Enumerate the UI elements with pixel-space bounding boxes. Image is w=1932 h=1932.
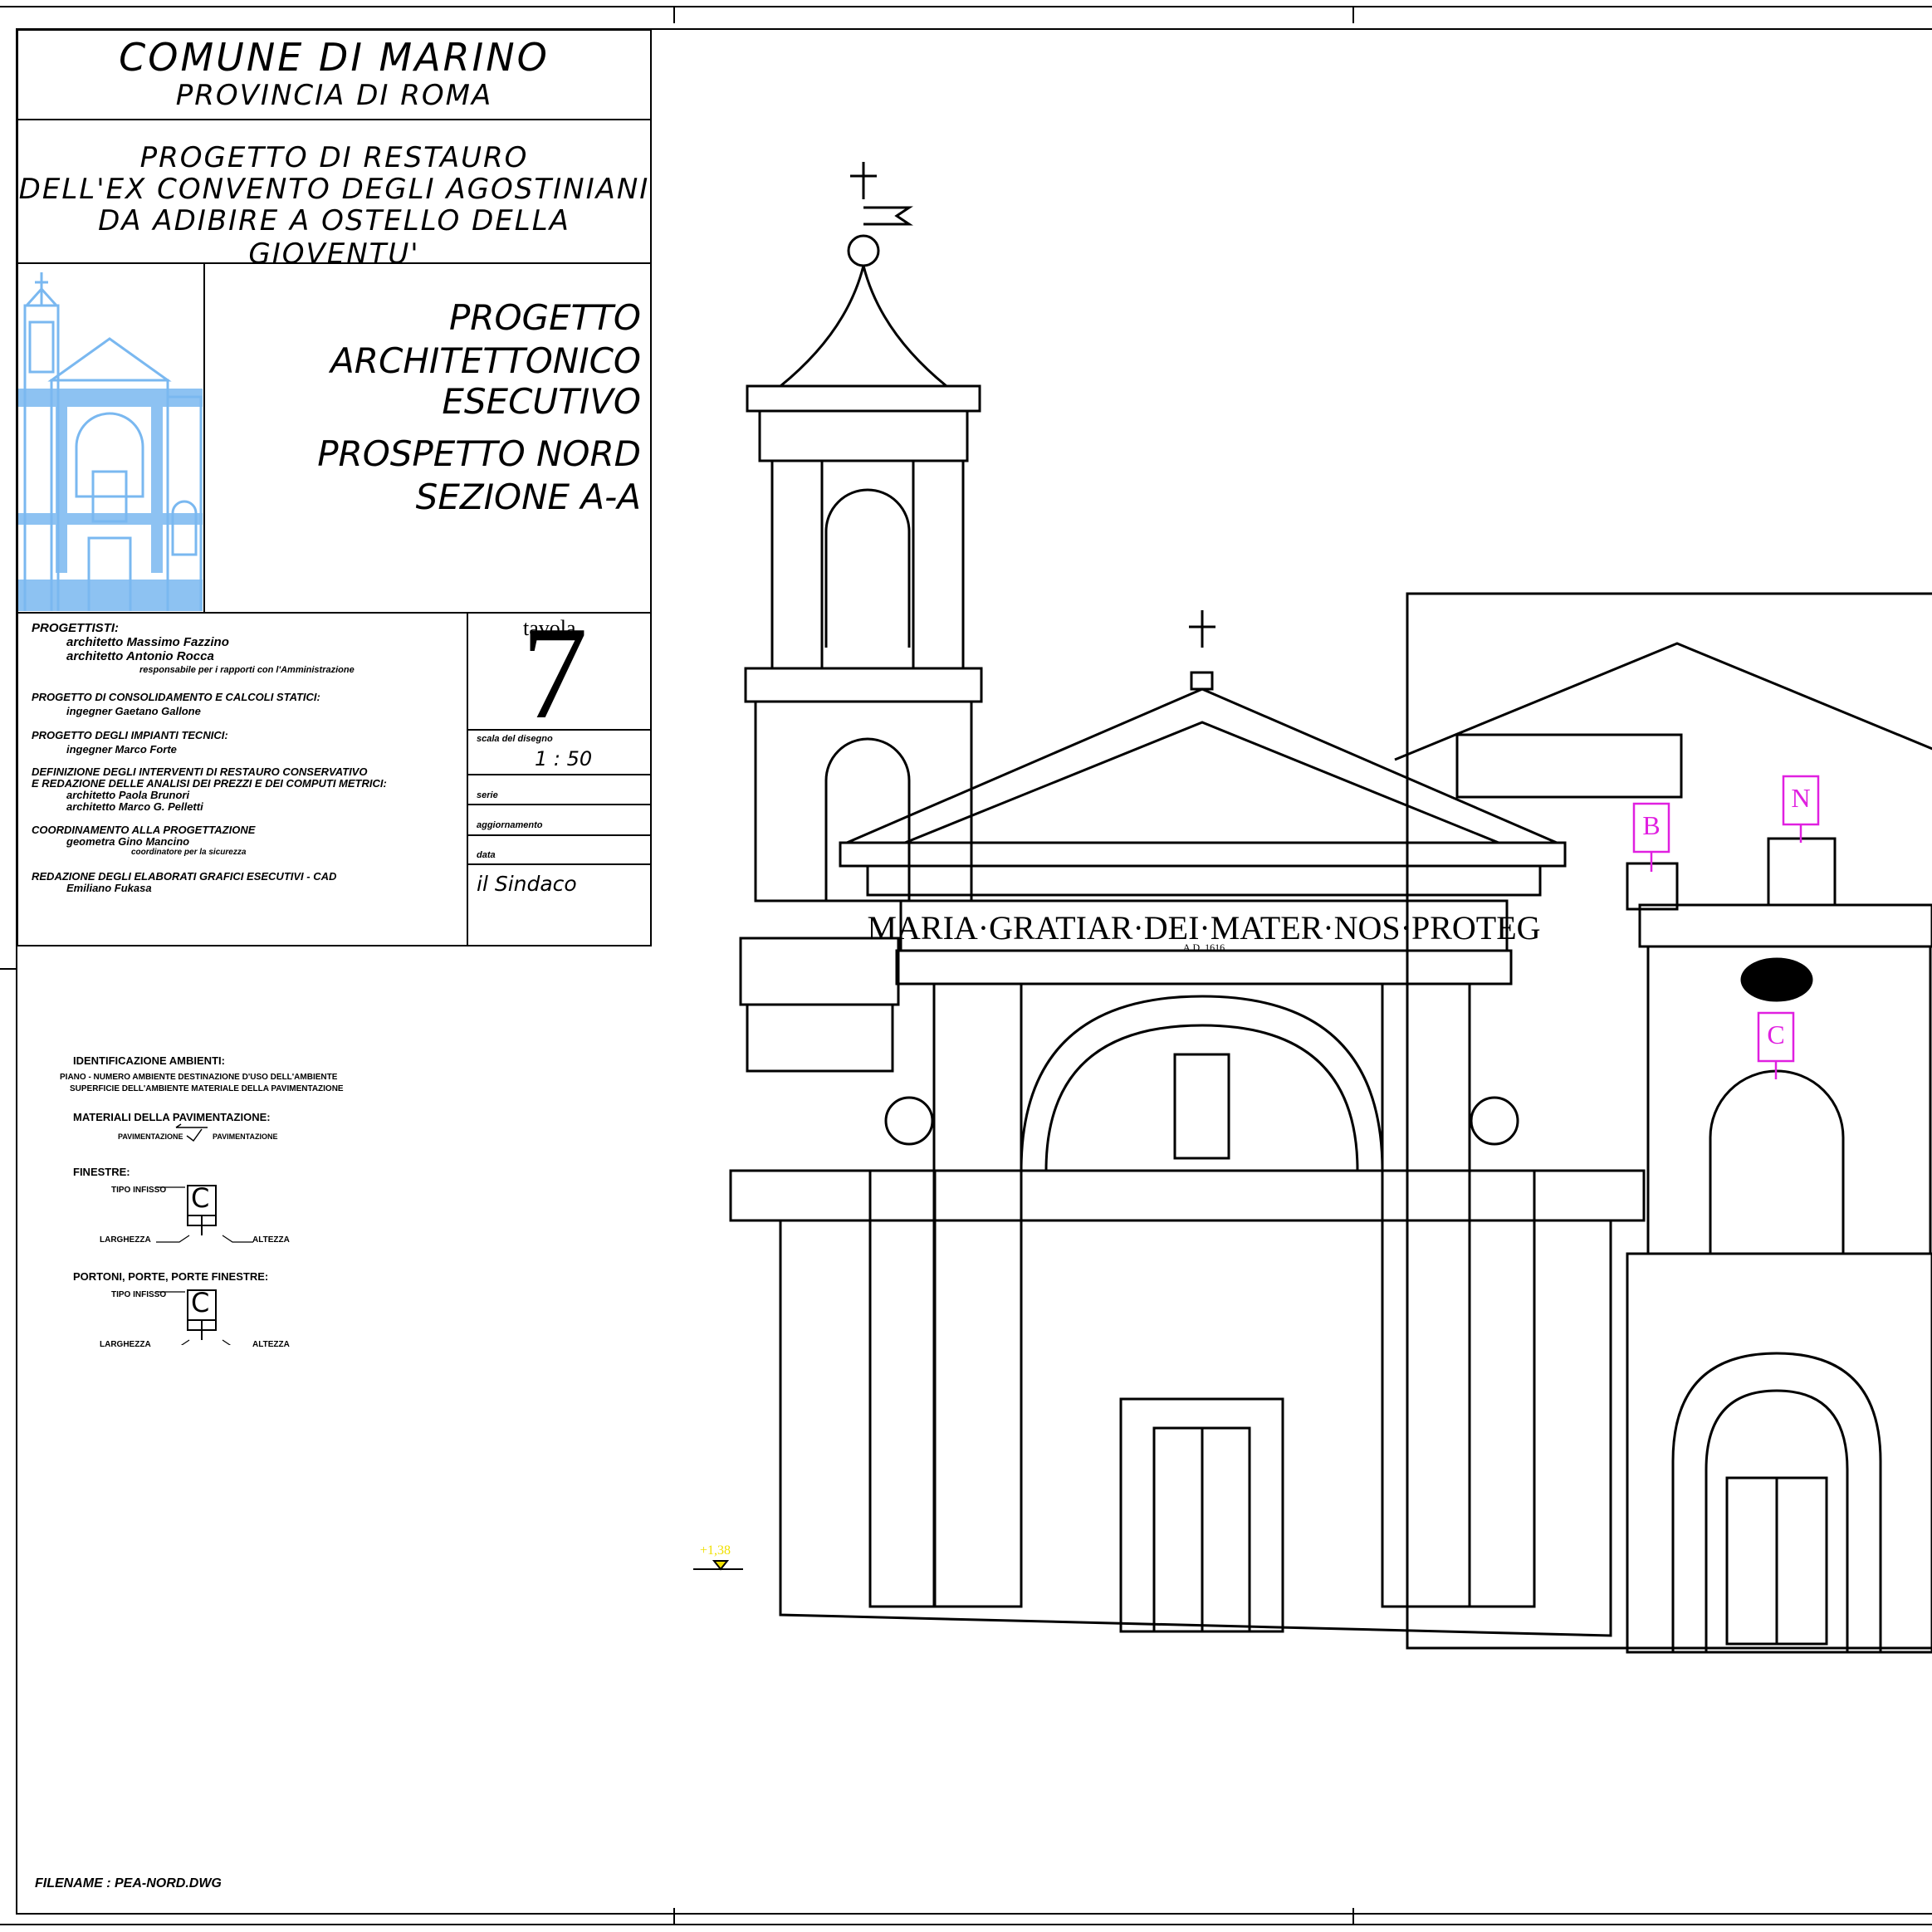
legend-pav-right: PAVIMENTAZIONE [213, 1132, 278, 1141]
legend-pav-symbol [175, 1123, 208, 1142]
bell-tower-spire [776, 265, 951, 388]
coordinamento-role: coordinatore per la sicurezza [131, 848, 247, 857]
impianti-name: ingegner Marco Forte [66, 743, 177, 756]
left-column [932, 982, 1023, 1608]
legend-ambienti-label: IDENTIFICAZIONE AMBIENTI: [73, 1054, 225, 1067]
window-tag-c: C [1767, 1020, 1784, 1049]
elevation-drawing: MARIA·GRATIAR·DEI·MATER·NOS·PROTEG A.D. … [693, 162, 1932, 1654]
sindaco-label: il Sindaco [477, 872, 577, 896]
serie-label: serie [477, 790, 498, 800]
phase-line-2: ARCHITETTONICO ESECUTIVO [330, 340, 641, 422]
provincia-title: PROVINCIA DI ROMA [175, 79, 493, 112]
drawing-title-1: PROSPETTO NORD [317, 433, 641, 474]
progettista-2-role: responsabile per i rapporti con l'Ammini… [139, 665, 355, 675]
cad-label: REDAZIONE DEGLI ELABORATI GRAFICI ESECUT… [32, 870, 337, 883]
phase-line-1: PROGETTO [448, 297, 641, 338]
comune-title: COMUNE DI MARINO [119, 35, 550, 80]
window-tag-n: N [1791, 783, 1810, 813]
legend-pav-left: PAVIMENTAZIONE [118, 1132, 183, 1141]
progettista-2: architetto Antonio Rocca [66, 649, 214, 663]
legend-materiali-label: MATERIALI DELLA PAVIMENTAZIONE: [73, 1111, 271, 1123]
consolidamento-name: ingegner Gaetano Gallone [66, 705, 201, 717]
window-tag-b: B [1642, 810, 1660, 840]
cad-name: Emiliano Fukasa [66, 882, 152, 894]
bell-tower-flag [863, 206, 913, 226]
progettisti-label: PROGETTISTI: [32, 621, 119, 635]
frieze-date: A.D. 1616 [1183, 942, 1225, 953]
legend-ambienti-line2: SUPERFICIE DELL'AMBIENTE MATERIALE DELLA… [70, 1084, 344, 1093]
scale-value: 1 : 50 [535, 747, 593, 770]
title-divider [17, 119, 652, 120]
church-logo [18, 264, 203, 611]
legend-ambienti-line1: PIANO - NUMERO AMBIENTE DESTINAZIONE D'U… [60, 1073, 338, 1082]
consolidamento-label: PROGETTO DI CONSOLIDAMENTO E CALCOLI STA… [32, 691, 320, 703]
progettista-1: architetto Massimo Fazzino [66, 635, 229, 649]
pediment-cross [1189, 610, 1215, 648]
elevation-marker [693, 1560, 743, 1571]
title-divider [467, 834, 652, 836]
filename-label: FILENAME : PEA-NORD.DWG [35, 1876, 222, 1890]
title-divider [203, 262, 205, 612]
title-divider [467, 612, 468, 946]
project-title-3: DA ADIBIRE A OSTELLO DELLA GIOVENTU' [98, 204, 570, 271]
restauro-label-1: DEFINIZIONE DEGLI INTERVENTI DI RESTAURO… [32, 765, 368, 778]
main-arch [1020, 995, 1384, 1171]
project-title-1: PROGETTO DI RESTAURO [139, 141, 529, 174]
bell-arch-upper [824, 488, 911, 648]
restauro-name-1: architetto Paola Brunori [66, 789, 190, 801]
title-divider [467, 863, 652, 865]
legend-leader-lines [156, 1186, 253, 1345]
aggiornamento-label: aggiornamento [477, 820, 543, 830]
legend-larghezza-2: LARGHEZZA [100, 1340, 151, 1349]
title-divider [467, 774, 652, 775]
coordinamento-name: geometra Gino Mancino [66, 835, 190, 848]
right-arch-window [1709, 1069, 1845, 1254]
right-column [1381, 982, 1471, 1608]
legend-finestre-label: FINESTRE: [73, 1166, 130, 1178]
right-roof [1394, 642, 1932, 761]
data-label: data [477, 850, 496, 860]
title-divider [467, 804, 652, 805]
bell-tower-ball [847, 234, 880, 267]
bell-tower-cross [850, 162, 877, 199]
coordinamento-label: COORDINAMENTO ALLA PROGETTAZIONE [32, 824, 256, 836]
project-title-2: DELL'EX CONVENTO DEGLI AGOSTINIANI [18, 173, 650, 206]
pediment [846, 687, 1558, 844]
scale-label: scala del disegno [477, 734, 553, 744]
restauro-label-2: E REDAZIONE DELLE ANALISI DEI PREZZI E D… [32, 777, 387, 790]
tavola-number: 7 [521, 599, 588, 746]
legend-larghezza-1: LARGHEZZA [100, 1235, 151, 1245]
drawing-title-2: SEZIONE A-A [415, 477, 641, 517]
credits: PROGETTISTI: architetto Massimo Fazzino … [32, 621, 387, 894]
elevation-mark: +1,38 [700, 1543, 731, 1558]
impianti-label: PROGETTO DEGLI IMPIANTI TECNICI: [32, 729, 228, 741]
restauro-name-2: architetto Marco G. Pelletti [66, 800, 203, 813]
